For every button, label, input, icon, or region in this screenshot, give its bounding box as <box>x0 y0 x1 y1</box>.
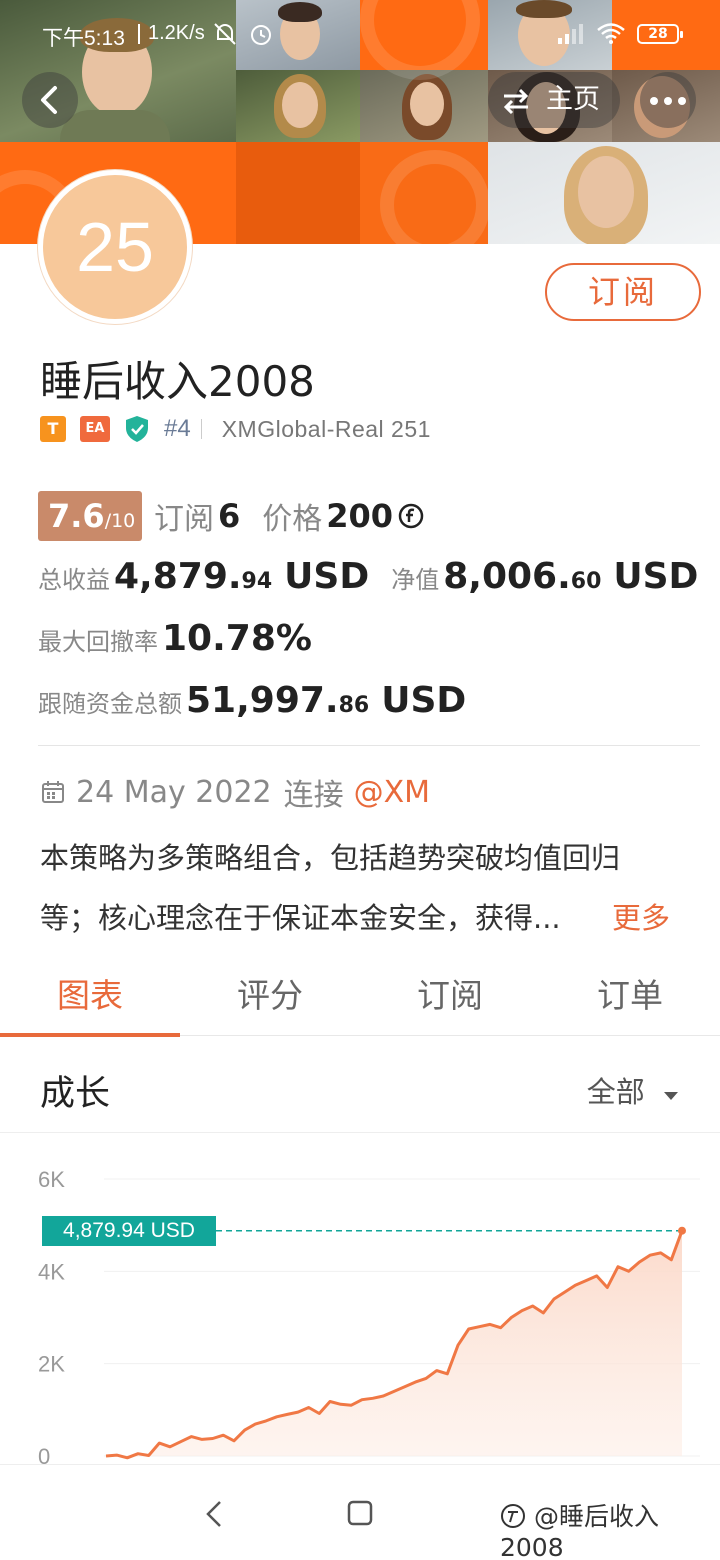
dropdown-arrow-icon <box>664 1092 678 1100</box>
growth-header: 成长 全部 <box>0 1037 720 1133</box>
y-tick-label: 2K <box>38 1352 65 1377</box>
coin-icon <box>398 503 424 529</box>
home-label: 主页 <box>546 84 600 115</box>
tag-ea-badge: EA <box>80 416 110 442</box>
equity-unit: USD <box>613 556 699 597</box>
profit-row: 总收益 4,879.94 USD 净值 8,006.60 USD <box>38 556 698 597</box>
swap-icon <box>503 88 529 115</box>
total-profit-label: 总收益 <box>38 566 110 594</box>
score-denominator: /10 <box>104 510 136 532</box>
tag-row: T EA #4 XMGlobal-Real 251 <box>40 414 431 444</box>
trader-photo <box>488 142 720 244</box>
strategy-description: 本策略为多策略组合，包括趋势突破均值回归 等；核心理念在于保证本金安全，获得..… <box>40 828 690 948</box>
calendar-icon <box>42 781 64 803</box>
equity-label: 净值 <box>391 566 440 594</box>
back-button[interactable] <box>22 72 78 128</box>
tab-orders[interactable]: 订单 <box>540 960 720 1035</box>
score-value: 7.6 <box>48 497 105 535</box>
tab-rating[interactable]: 评分 <box>180 960 360 1035</box>
follow-funds-unit: USD <box>381 680 467 721</box>
price-value: 200 <box>326 497 394 535</box>
growth-area <box>106 1230 682 1458</box>
mute-bell-icon <box>214 23 236 45</box>
trader-photo <box>360 70 488 142</box>
home-button[interactable]: 主页 <box>488 72 620 128</box>
price-label: 价格 <box>262 502 323 537</box>
total-profit-unit: USD <box>284 556 370 597</box>
tab-subscription[interactable]: 订阅 <box>360 960 540 1035</box>
score-row: 7.6/10 订阅 6 价格 200 <box>38 490 425 542</box>
last-point <box>678 1226 686 1235</box>
connect-date: 24 May 2022 <box>76 774 272 810</box>
back-arrow-icon <box>41 86 57 114</box>
strategy-name: 睡后收入2008 <box>40 357 315 406</box>
score-badge: 7.6/10 <box>38 491 142 541</box>
tag-t-badge: T <box>40 416 66 442</box>
growth-title: 成长 <box>40 1074 111 1114</box>
y-tick-label: 0 <box>38 1444 50 1464</box>
alarm-icon <box>251 25 271 45</box>
period-selector[interactable]: 全部 <box>587 1069 680 1111</box>
equity-value: 8,006.60 <box>443 556 602 597</box>
more-dots-icon <box>650 97 658 105</box>
drawdown-label: 最大回撤率 <box>38 628 158 656</box>
divider <box>38 745 700 746</box>
subs-value: 6 <box>218 497 241 535</box>
verified-shield-icon <box>126 416 148 442</box>
nav-back-icon[interactable] <box>202 1499 226 1529</box>
tab-bar: 图表 评分 订阅 订单 <box>0 960 720 1037</box>
signal-icon <box>558 24 583 44</box>
y-tick-label: 4K <box>38 1259 65 1284</box>
subs-label: 订阅 <box>154 502 214 537</box>
broker-account: XMGlobal-Real 251 <box>221 415 431 442</box>
wifi-icon <box>597 23 625 44</box>
follow-funds-row: 跟随资金总额 51,997.86 USD <box>38 680 466 721</box>
drawdown-value: 10.78% <box>162 618 312 659</box>
connect-label: 连接 <box>283 778 344 813</box>
rank-label: #4 <box>164 415 191 442</box>
avatar: 25 <box>38 170 192 324</box>
more-link[interactable]: 更多 <box>612 888 670 948</box>
y-tick-label: 6K <box>38 1167 65 1192</box>
status-net-speed: 1.2K/s <box>148 22 205 44</box>
connection-row: 24 May 2022 连接 @XM <box>40 770 430 814</box>
status-bar: 下午5:13 1.2K/s 28 <box>0 0 720 66</box>
status-time: 下午5:13 <box>42 27 125 50</box>
more-button[interactable] <box>640 72 696 128</box>
growth-chart[interactable]: 0 2K 4K 6K <box>0 1134 720 1464</box>
description-line: 等；核心理念在于保证本金安全，获得... <box>40 901 561 935</box>
watermark: @睡后收入2008 <box>500 1497 720 1560</box>
nav-home-icon[interactable] <box>346 1499 374 1527</box>
avatar-text: 25 <box>76 208 154 286</box>
follow-funds-value: 51,997.86 <box>186 680 370 721</box>
watermark-logo-icon <box>501 1504 525 1528</box>
broker-link[interactable]: @XM <box>354 775 430 810</box>
subscribe-button[interactable]: 订阅 <box>545 263 701 321</box>
trader-photo <box>236 70 360 142</box>
description-line: 本策略为多策略组合，包括趋势突破均值回归 <box>40 841 621 875</box>
drawdown-row: 最大回撤率 10.78% <box>38 618 312 659</box>
follow-funds-label: 跟随资金总额 <box>38 690 182 718</box>
current-value-label: 4,879.94 USD <box>42 1215 216 1246</box>
battery-icon: 28 <box>637 24 683 44</box>
divider <box>200 419 202 439</box>
period-selector-label: 全部 <box>586 1075 645 1109</box>
tab-chart[interactable]: 图表 <box>0 960 180 1037</box>
total-profit-value: 4,879.94 <box>114 556 273 597</box>
